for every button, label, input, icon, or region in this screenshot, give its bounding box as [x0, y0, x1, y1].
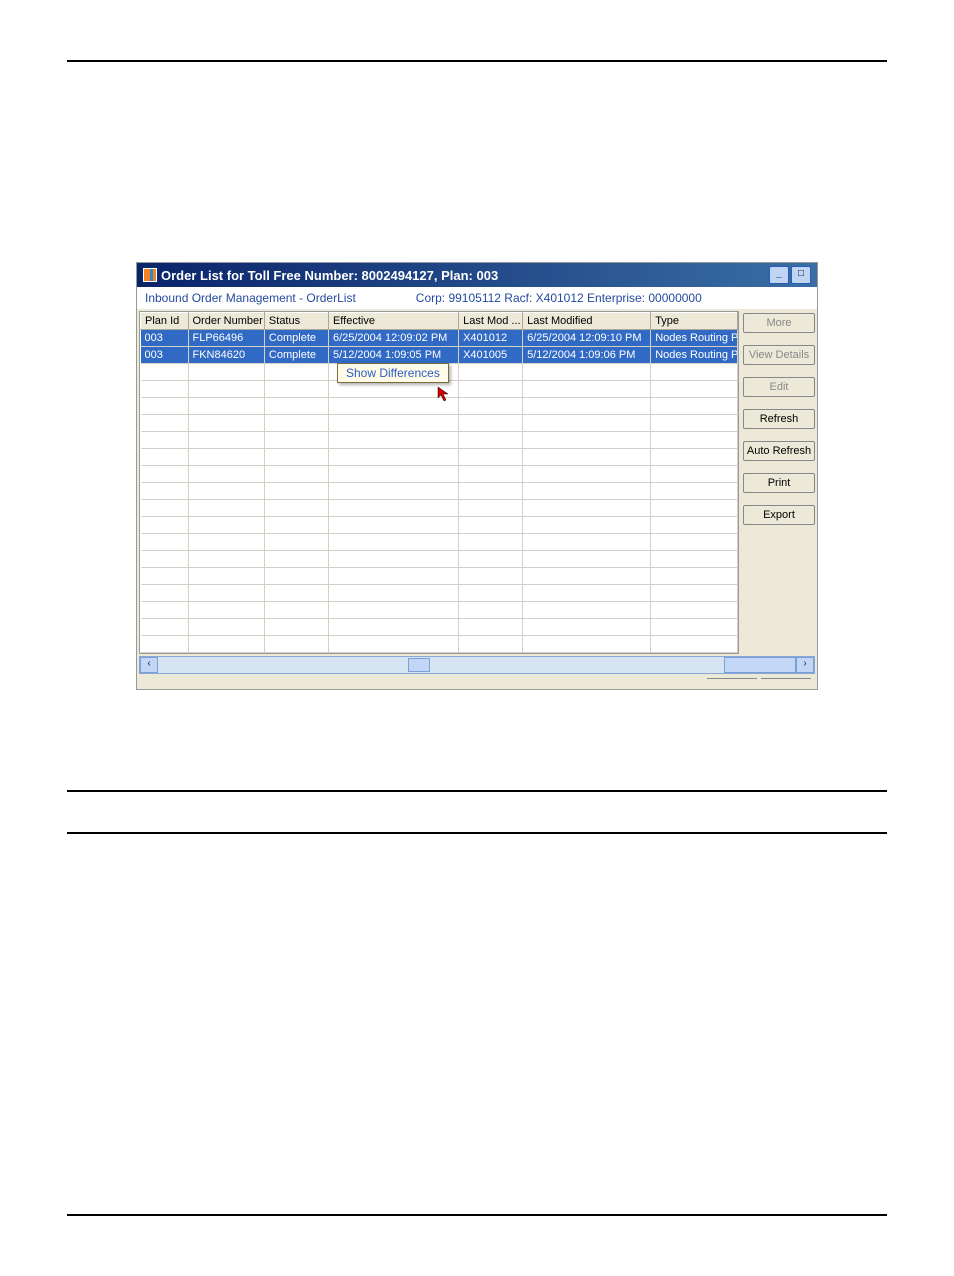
- app-icon: [143, 268, 157, 282]
- col-plan[interactable]: Plan Id: [141, 313, 189, 330]
- corp-info: Corp: 99105112 Racf: X401012 Enterprise:…: [416, 291, 809, 305]
- context-menu-item-show-differences[interactable]: Show Differences: [346, 366, 440, 380]
- table-row: [141, 602, 738, 619]
- scroll-track[interactable]: [158, 658, 724, 672]
- status-bar: [137, 676, 817, 689]
- scroll-thumb[interactable]: [408, 658, 430, 672]
- info-bar: Inbound Order Management - OrderList Cor…: [137, 287, 817, 309]
- table-row[interactable]: 003 FLP66496 Complete 6/25/2004 12:09:02…: [141, 330, 738, 347]
- status-pane: [761, 678, 811, 687]
- cell-effective: 6/25/2004 12:09:02 PM: [328, 330, 458, 347]
- table-row: [141, 585, 738, 602]
- col-lastmod[interactable]: Last Modified: [523, 313, 651, 330]
- table-row: [141, 483, 738, 500]
- window-controls: _ □: [769, 266, 811, 284]
- content-area: Plan Id Order Number Status Effective La…: [137, 309, 817, 656]
- col-effective[interactable]: Effective: [328, 313, 458, 330]
- cell-status: Complete: [264, 347, 328, 364]
- context-menu[interactable]: Show Differences: [337, 363, 449, 383]
- minimize-button[interactable]: _: [769, 266, 789, 284]
- horizontal-rule-mid1: [67, 790, 887, 792]
- horizontal-rule-top: [67, 60, 887, 62]
- horizontal-scrollbar[interactable]: ‹ ›: [139, 656, 815, 674]
- cell-moddate: 6/25/2004 12:09:10 PM: [523, 330, 651, 347]
- breadcrumb: Inbound Order Management - OrderList: [145, 291, 356, 305]
- side-buttons: More View Details Edit Refresh Auto Refr…: [741, 309, 817, 656]
- cell-plan: 003: [141, 330, 189, 347]
- table-row: [141, 500, 738, 517]
- view-details-button[interactable]: View Details: [743, 345, 815, 365]
- table-row: [141, 466, 738, 483]
- header-row: Plan Id Order Number Status Effective La…: [141, 313, 738, 330]
- export-button[interactable]: Export: [743, 505, 815, 525]
- print-button[interactable]: Print: [743, 473, 815, 493]
- cell-order: FLP66496: [188, 330, 264, 347]
- table-row: [141, 534, 738, 551]
- cell-modby: X401005: [459, 347, 523, 364]
- cell-moddate: 5/12/2004 1:09:06 PM: [523, 347, 651, 364]
- cell-status: Complete: [264, 330, 328, 347]
- window-title: Order List for Toll Free Number: 8002494…: [161, 268, 769, 283]
- table-row: [141, 568, 738, 585]
- horizontal-rule-bottom: [67, 1214, 887, 1216]
- edit-button[interactable]: Edit: [743, 377, 815, 397]
- table-row: [141, 517, 738, 534]
- cell-plan: 003: [141, 347, 189, 364]
- cell-type: Nodes Routing Pl: [651, 330, 738, 347]
- table-row: [141, 619, 738, 636]
- scroll-right-button[interactable]: ›: [796, 657, 814, 673]
- scroll-left-button[interactable]: ‹: [140, 657, 158, 673]
- col-status[interactable]: Status: [264, 313, 328, 330]
- table-row: [141, 432, 738, 449]
- horizontal-rule-mid2: [67, 832, 887, 834]
- auto-refresh-button[interactable]: Auto Refresh: [743, 441, 815, 461]
- cell-type: Nodes Routing Pl: [651, 347, 738, 364]
- table-row: [141, 449, 738, 466]
- order-list-window: Order List for Toll Free Number: 8002494…: [136, 262, 818, 690]
- title-bar: Order List for Toll Free Number: 8002494…: [137, 263, 817, 287]
- col-type[interactable]: Type: [651, 313, 738, 330]
- status-pane: [707, 678, 757, 687]
- cell-order: FKN84620: [188, 347, 264, 364]
- cell-effective: 5/12/2004 1:09:05 PM: [328, 347, 458, 364]
- maximize-button[interactable]: □: [791, 266, 811, 284]
- table-row: [141, 415, 738, 432]
- table-row: [141, 636, 738, 653]
- table-row[interactable]: 003 FKN84620 Complete 5/12/2004 1:09:05 …: [141, 347, 738, 364]
- refresh-button[interactable]: Refresh: [743, 409, 815, 429]
- table-row: [141, 551, 738, 568]
- col-order[interactable]: Order Number: [188, 313, 264, 330]
- col-lastmodby[interactable]: Last Mod ...: [459, 313, 523, 330]
- scroll-spacer: [724, 657, 796, 673]
- more-button[interactable]: More: [743, 313, 815, 333]
- cell-modby: X401012: [459, 330, 523, 347]
